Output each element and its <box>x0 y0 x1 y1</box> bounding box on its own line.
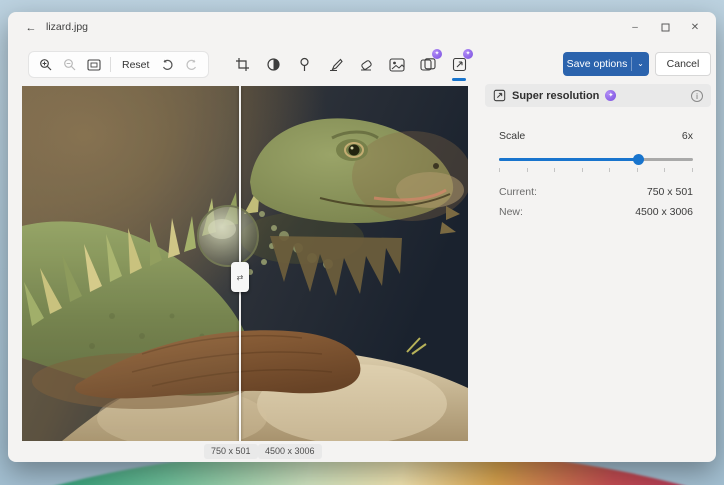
super-resolution-icon <box>452 57 466 72</box>
close-button[interactable]: ✕ <box>680 16 710 38</box>
edit-tools-group: ✦ ✦ <box>230 49 473 81</box>
fit-to-window-icon[interactable] <box>86 57 101 72</box>
panel-header: Super resolution ✦ i <box>485 84 711 107</box>
redo-icon[interactable] <box>184 57 199 72</box>
current-size-row: Current: 750 x 501 <box>499 186 693 198</box>
image-canvas: ⇄ <box>22 86 468 441</box>
generative-erase-icon <box>420 57 436 71</box>
scale-row: Scale 6x <box>499 130 693 142</box>
view-tools-group: Reset <box>28 51 210 78</box>
original-size-badge: 750 x 501 <box>204 444 258 459</box>
ai-badge: ✦ <box>463 49 473 59</box>
desktop-wallpaper: ← lizard.jpg – ✕ Reset ✦ ✦ Save options … <box>0 0 724 485</box>
info-icon[interactable]: i <box>691 89 703 102</box>
new-value: 4500 x 3006 <box>635 206 693 218</box>
maximize-button[interactable] <box>650 16 680 38</box>
super-resolution-panel: Super resolution ✦ i Scale 6x Current: 7… <box>485 84 711 444</box>
photos-app-window: ← lizard.jpg – ✕ Reset ✦ ✦ Save options … <box>8 12 716 462</box>
window-controls: – ✕ <box>620 16 710 38</box>
scale-label: Scale <box>499 130 526 142</box>
tool-super-resolution[interactable]: ✦ <box>447 49 473 81</box>
titlebar: ← lizard.jpg – ✕ <box>8 12 716 44</box>
save-options-label: Save options <box>566 58 628 70</box>
tool-retouch[interactable] <box>354 51 378 78</box>
new-label: New: <box>499 206 523 218</box>
scale-slider[interactable] <box>499 154 693 165</box>
toolbar-divider <box>110 57 111 72</box>
ai-badge: ✦ <box>432 49 442 59</box>
minimize-button[interactable]: – <box>620 16 650 38</box>
new-size-badge: 4500 x 3006 <box>258 444 322 459</box>
super-resolution-icon <box>493 89 506 102</box>
slider-thumb[interactable] <box>632 154 644 165</box>
reset-button[interactable]: Reset <box>120 59 151 71</box>
filter-icon <box>299 57 309 71</box>
save-options-button[interactable]: Save options ⌄ <box>563 52 649 76</box>
slider-ticks <box>499 168 693 172</box>
tool-filter[interactable] <box>292 51 316 78</box>
panel-title: Super resolution <box>512 89 600 102</box>
slider-fill <box>499 158 638 161</box>
tool-crop[interactable] <box>230 51 254 78</box>
adjustment-icon <box>266 58 280 71</box>
current-label: Current: <box>499 186 537 198</box>
markup-pen-icon <box>329 58 343 72</box>
tool-adjustment[interactable] <box>261 51 285 78</box>
file-title: lizard.jpg <box>46 21 89 33</box>
background-icon <box>389 57 405 72</box>
split-handle[interactable]: ⇄ <box>231 262 249 292</box>
scale-value: 6x <box>681 130 693 142</box>
crop-icon <box>235 58 249 71</box>
undo-icon[interactable] <box>160 57 175 72</box>
ai-badge: ✦ <box>605 90 617 101</box>
current-value: 750 x 501 <box>646 186 693 198</box>
tool-background[interactable] <box>385 51 409 78</box>
tool-generative-erase[interactable]: ✦ <box>416 49 442 78</box>
tool-markup[interactable] <box>323 51 347 78</box>
zoom-in-icon[interactable] <box>38 57 53 72</box>
cancel-button[interactable]: Cancel <box>655 52 711 76</box>
retouch-eraser-icon <box>360 60 372 71</box>
chevron-down-icon[interactable]: ⌄ <box>631 57 649 71</box>
toolbar: Reset ✦ ✦ Save options ⌄ Cancel <box>8 48 716 82</box>
new-size-row: New: 4500 x 3006 <box>499 206 693 218</box>
maximize-icon <box>661 23 669 31</box>
back-button[interactable]: ← <box>22 20 40 36</box>
zoom-out-icon[interactable] <box>62 57 77 72</box>
